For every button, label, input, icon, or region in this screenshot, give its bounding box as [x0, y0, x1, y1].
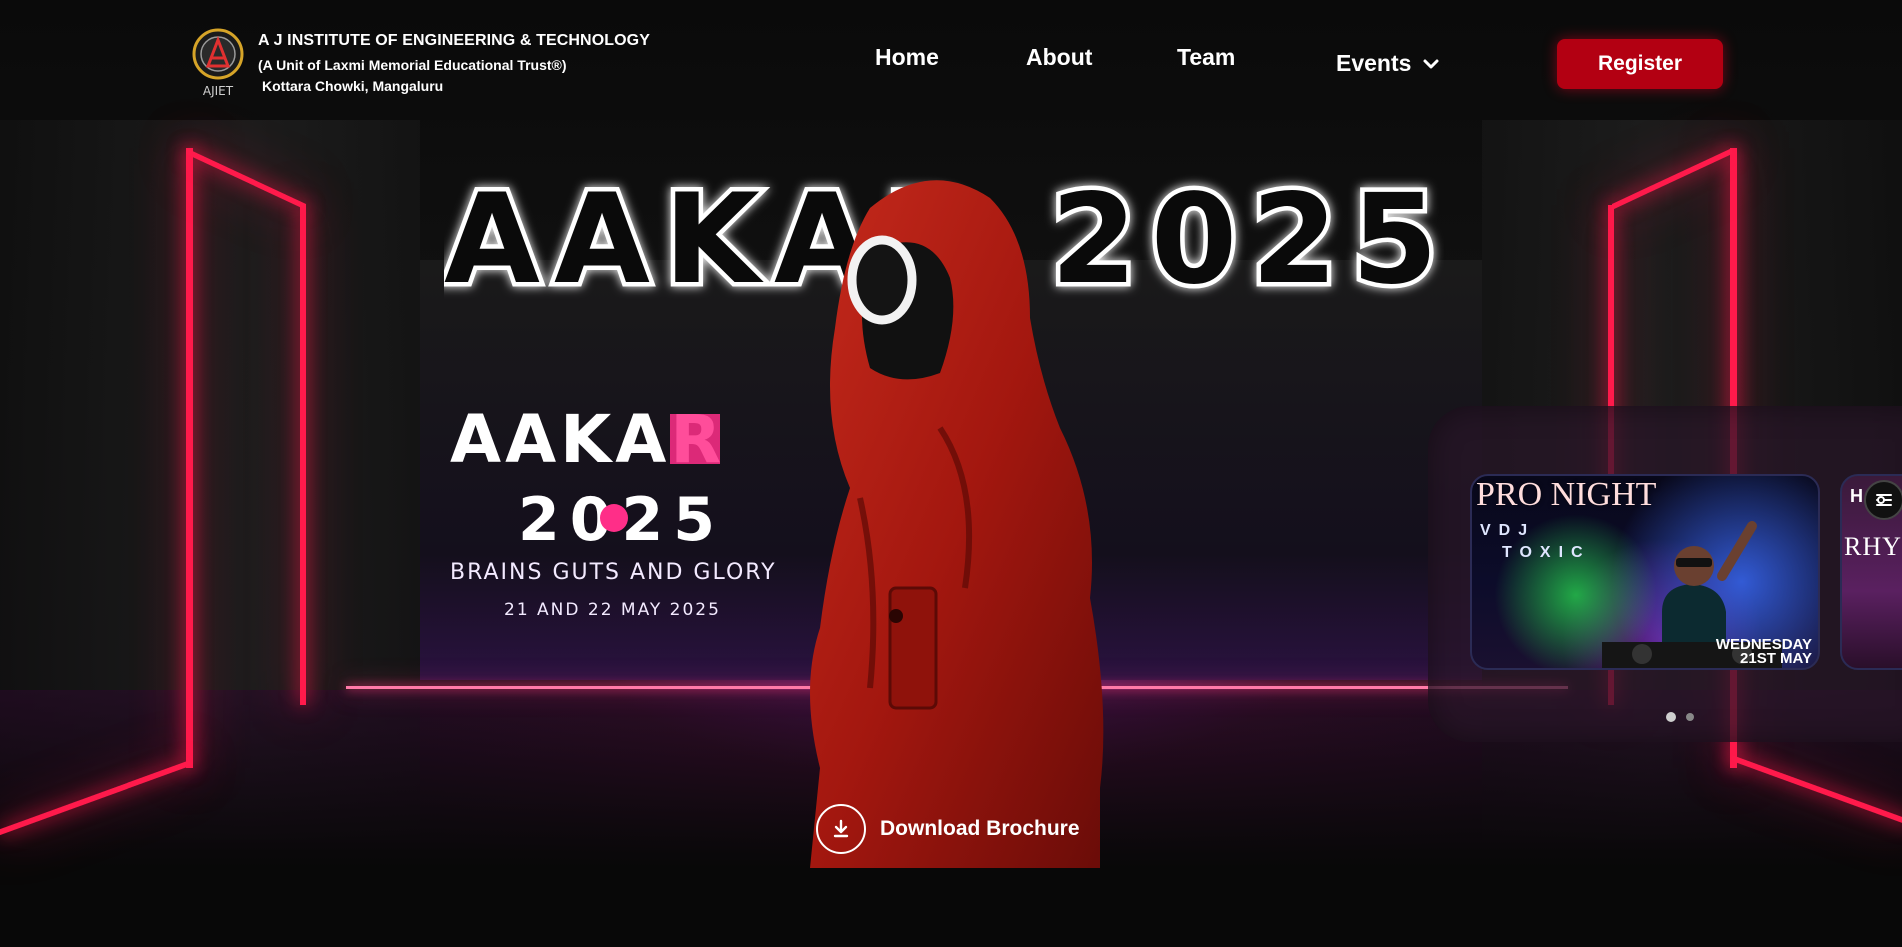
nav-about[interactable]: About [1026, 44, 1092, 71]
carousel-dot-1[interactable] [1666, 712, 1676, 722]
event-dates: 21 AND 22 MAY 2025 [504, 600, 721, 620]
event-tagline: BRAINS GUTS AND GLORY [450, 560, 777, 585]
poster-title: AAKAR [450, 401, 721, 478]
nav-events-dropdown[interactable]: Events [1336, 50, 1441, 77]
nav-team[interactable]: Team [1177, 44, 1235, 71]
neon-frame-left-inner [300, 205, 306, 705]
hooded-figure-image [810, 180, 1104, 868]
poster-year: 2025 [518, 486, 715, 548]
event-card-title: RHYTH [1844, 532, 1902, 561]
register-button[interactable]: Register [1557, 39, 1723, 89]
neon-frame-left [186, 148, 193, 768]
event-card-pro-night[interactable]: PRO NIGHT VDJ TOXIC WEDNESDAY 21ST MAY [1470, 474, 1820, 670]
event-card-artist-line1: VDJ [1480, 522, 1536, 539]
download-icon [816, 804, 866, 854]
carousel-dot-2[interactable] [1686, 713, 1694, 721]
download-brochure-label: Download Brochure [880, 817, 1080, 840]
institute-address: Kottara Chowki, Mangaluru [262, 78, 444, 94]
events-carousel[interactable]: PRO NIGHT VDJ TOXIC WEDNESDAY 21ST MAY H… [1428, 406, 1902, 742]
institute-name: A J INSTITUTE OF ENGINEERING & TECHNOLOG… [258, 32, 650, 49]
event-card-artist-line2: TOXIC [1502, 544, 1591, 561]
site-header: AJIET A J INSTITUTE OF ENGINEERING & TEC… [0, 0, 1902, 110]
nav-events-label: Events [1336, 50, 1412, 76]
carousel-pagination [1666, 712, 1694, 722]
institute-unit: (A Unit of Laxmi Memorial Educational Tr… [258, 57, 567, 73]
nav-home[interactable]: Home [875, 44, 939, 71]
download-brochure-button[interactable]: Download Brochure [816, 804, 1080, 854]
event-card-title: PRO NIGHT [1476, 476, 1657, 513]
svg-text:AJIET: AJIET [203, 84, 234, 98]
event-card-date: 21ST MAY [1740, 650, 1812, 667]
chevron-down-icon [1423, 59, 1439, 68]
college-logo-icon[interactable]: AJIET [190, 28, 246, 98]
filter-icon[interactable] [1864, 480, 1902, 520]
